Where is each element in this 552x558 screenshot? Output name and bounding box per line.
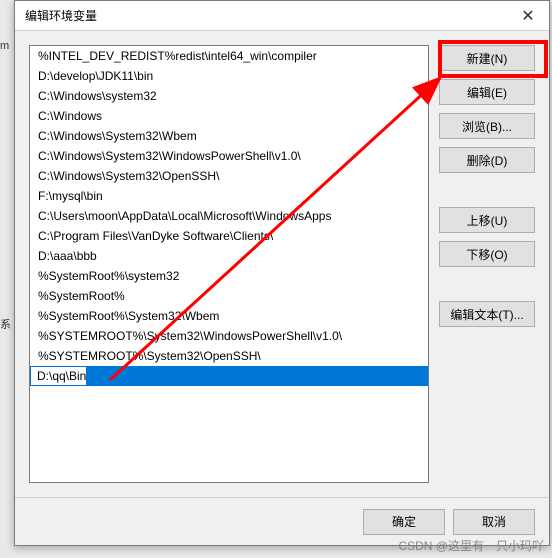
list-item-editing[interactable]: D:\qq\Bin (30, 366, 428, 386)
edit-input-selection (86, 367, 427, 385)
dialog-title: 编辑环境变量 (25, 7, 97, 24)
watermark: CSDN @这里有一只小玛吖 (398, 537, 544, 554)
button-column: 新建(N) 编辑(E) 浏览(B)... 删除(D) 上移(U) 下移(O) 编… (439, 45, 535, 483)
list-item[interactable]: %INTEL_DEV_REDIST%redist\intel64_win\com… (30, 46, 428, 66)
list-item[interactable]: C:\Windows\System32\WindowsPowerShell\v1… (30, 146, 428, 166)
cancel-button[interactable]: 取消 (453, 509, 535, 535)
edit-input-value: D:\qq\Bin (31, 367, 86, 385)
spacer (439, 275, 535, 293)
list-item[interactable]: C:\Users\moon\AppData\Local\Microsoft\Wi… (30, 206, 428, 226)
list-item[interactable]: C:\Program Files\VanDyke Software\Client… (30, 226, 428, 246)
list-item[interactable]: C:\Windows\System32\OpenSSH\ (30, 166, 428, 186)
move-down-button[interactable]: 下移(O) (439, 241, 535, 267)
close-button[interactable]: ✕ (507, 1, 549, 31)
path-listbox[interactable]: %INTEL_DEV_REDIST%redist\intel64_win\com… (29, 45, 429, 483)
dialog-content: %INTEL_DEV_REDIST%redist\intel64_win\com… (15, 31, 549, 497)
list-item[interactable]: %SYSTEMROOT%\System32\OpenSSH\ (30, 346, 428, 366)
close-icon: ✕ (521, 6, 534, 26)
list-item[interactable]: %SystemRoot% (30, 286, 428, 306)
list-item[interactable]: %SystemRoot%\System32\Wbem (30, 306, 428, 326)
env-var-dialog: 编辑环境变量 ✕ %INTEL_DEV_REDIST%redist\intel6… (14, 0, 550, 546)
background-label-m: m (0, 40, 14, 52)
list-item[interactable]: %SystemRoot%\system32 (30, 266, 428, 286)
list-item[interactable]: D:\develop\JDK11\bin (30, 66, 428, 86)
new-button[interactable]: 新建(N) (439, 45, 535, 71)
list-item[interactable]: C:\Windows (30, 106, 428, 126)
list-item[interactable]: D:\aaa\bbb (30, 246, 428, 266)
delete-button[interactable]: 删除(D) (439, 147, 535, 173)
list-item[interactable]: C:\Windows\System32\Wbem (30, 126, 428, 146)
list-item[interactable]: C:\Windows\system32 (30, 86, 428, 106)
background-label-s: 系 (0, 316, 14, 332)
list-item[interactable]: %SYSTEMROOT%\System32\WindowsPowerShell\… (30, 326, 428, 346)
list-item[interactable]: F:\mysql\bin (30, 186, 428, 206)
edit-input[interactable]: D:\qq\Bin (30, 366, 428, 386)
spacer (439, 181, 535, 199)
titlebar: 编辑环境变量 ✕ (15, 1, 549, 31)
ok-button[interactable]: 确定 (363, 509, 445, 535)
move-up-button[interactable]: 上移(U) (439, 207, 535, 233)
browse-button[interactable]: 浏览(B)... (439, 113, 535, 139)
edit-button[interactable]: 编辑(E) (439, 79, 535, 105)
edit-text-button[interactable]: 编辑文本(T)... (439, 301, 535, 327)
